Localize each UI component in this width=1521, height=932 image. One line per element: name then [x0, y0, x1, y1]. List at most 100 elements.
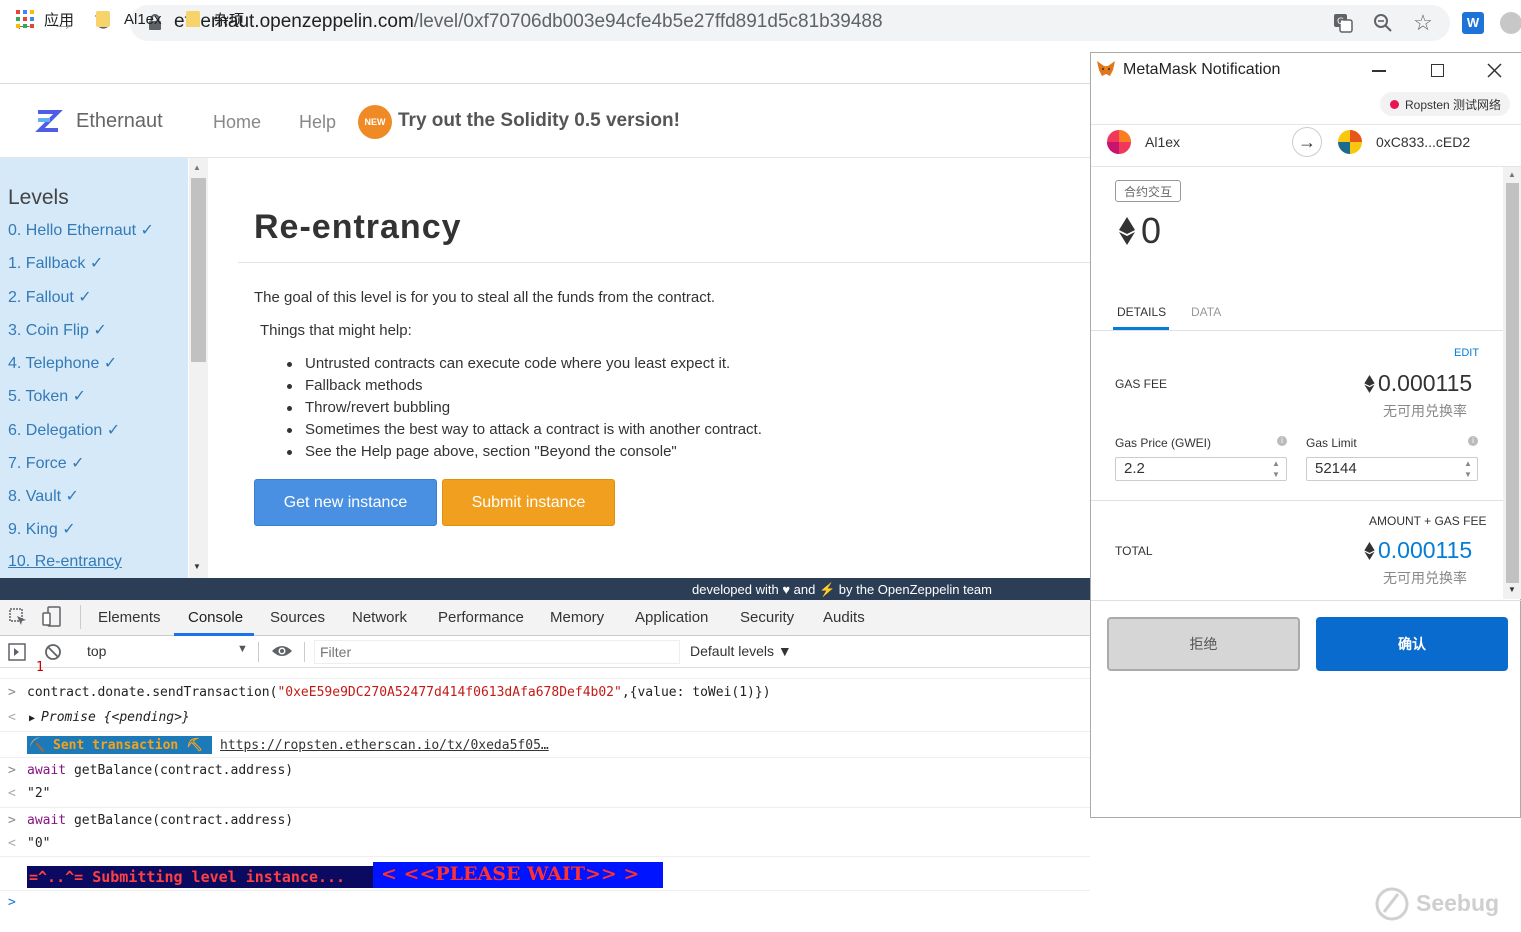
- info-icon[interactable]: i: [1468, 436, 1478, 446]
- account-avatar-icon: [1107, 130, 1131, 154]
- scroll-down-icon[interactable]: ▼: [193, 562, 201, 571]
- arrow-right-icon: →: [1292, 127, 1322, 157]
- stepper-icon[interactable]: ▲ ▼: [1272, 458, 1280, 480]
- level-item[interactable]: 0. Hello Ethernaut ✓: [8, 220, 154, 240]
- metamask-title: MetaMask Notification: [1123, 61, 1281, 78]
- tab-memory[interactable]: Memory: [550, 609, 604, 626]
- tab-security[interactable]: Security: [740, 609, 794, 626]
- maximize-icon[interactable]: [1431, 64, 1444, 77]
- minimize-icon[interactable]: [1372, 70, 1386, 72]
- level-item-active[interactable]: 10. Re-entrancy: [8, 553, 122, 571]
- console-sidebar-icon[interactable]: [8, 643, 26, 661]
- gas-price-input[interactable]: 2.2: [1115, 457, 1287, 481]
- watermark-text: Seebug: [1416, 890, 1500, 916]
- clear-console-icon[interactable]: [44, 643, 62, 661]
- console-result: "2": [27, 786, 51, 801]
- zoom-icon[interactable]: [1372, 12, 1394, 34]
- scroll-up-icon[interactable]: ▲: [193, 163, 201, 172]
- info-icon[interactable]: i: [1277, 436, 1287, 446]
- console-command[interactable]: await getBalance(contract.address): [27, 813, 293, 828]
- tab-details[interactable]: DETAILS: [1117, 305, 1166, 319]
- tab-data[interactable]: DATA: [1191, 305, 1221, 319]
- stepper-icon[interactable]: ▲ ▼: [1464, 458, 1472, 480]
- new-badge-icon: NEW: [358, 105, 392, 139]
- level-item[interactable]: 4. Telephone ✓: [8, 353, 117, 373]
- close-icon[interactable]: [1487, 63, 1502, 78]
- gas-limit-input[interactable]: 52144: [1306, 457, 1478, 481]
- input-prompt-icon: >: [8, 763, 16, 778]
- url-text[interactable]: ethernaut.openzeppelin.com/level/0xf7070…: [174, 11, 883, 33]
- nav-home[interactable]: Home: [213, 112, 261, 133]
- scroll-down-icon[interactable]: ▼: [1508, 585, 1516, 594]
- console-truncated-value: 1: [36, 660, 44, 672]
- console-filter-input[interactable]: [314, 640, 680, 664]
- level-item[interactable]: 6. Delegation ✓: [8, 420, 120, 440]
- bookmark-star-icon[interactable]: ☆: [1412, 12, 1434, 34]
- tab-separator: [80, 605, 81, 629]
- translate-icon[interactable]: G: [1332, 12, 1354, 34]
- bookmark-al1ex[interactable]: Al1ex: [96, 8, 162, 30]
- tab-network[interactable]: Network: [352, 609, 407, 626]
- device-toolbar-icon[interactable]: [42, 606, 62, 628]
- metamask-fox-icon: [1097, 61, 1115, 76]
- expand-triangle-icon[interactable]: ▶: [29, 713, 41, 724]
- level-item[interactable]: 8. Vault ✓: [8, 486, 79, 506]
- console-command[interactable]: contract.donate.sendTransaction("0xeE59e…: [27, 685, 771, 700]
- console-command[interactable]: await getBalance(contract.address): [27, 763, 293, 778]
- eye-icon[interactable]: [271, 643, 293, 659]
- svg-text:G: G: [1337, 17, 1344, 27]
- to-address[interactable]: 0xC833...cED2: [1376, 134, 1470, 150]
- gas-fee-label: GAS FEE: [1115, 377, 1168, 391]
- confirm-button[interactable]: 确认: [1316, 617, 1508, 671]
- level-item[interactable]: 7. Force ✓: [8, 453, 85, 473]
- console-divider: [0, 757, 1090, 758]
- conversion-unavailable: 无可用兑换率: [1383, 570, 1467, 586]
- extension-w-icon[interactable]: W: [1462, 12, 1484, 34]
- chevron-down-icon[interactable]: ▼: [237, 643, 248, 655]
- result-arrow-icon: <: [8, 786, 16, 801]
- tab-performance[interactable]: Performance: [438, 609, 524, 626]
- network-badge[interactable]: Ropsten 测试网络: [1380, 92, 1510, 116]
- level-item[interactable]: 3. Coin Flip ✓: [8, 320, 107, 340]
- edit-link[interactable]: EDIT: [1454, 347, 1479, 359]
- hint-item: Sometimes the best way to attack a contr…: [287, 421, 762, 438]
- gas-price-label: Gas Price (GWEI): [1115, 436, 1212, 450]
- openzeppelin-logo-icon[interactable]: [26, 100, 70, 144]
- get-new-instance-button[interactable]: Get new instance: [254, 479, 437, 526]
- sidebar-scroll-thumb[interactable]: [191, 178, 206, 362]
- apps-grid-icon: [16, 10, 34, 28]
- context-select[interactable]: top: [87, 643, 106, 659]
- console-prompt-icon[interactable]: >: [8, 895, 16, 910]
- console-promise[interactable]: ▶ Promise {<pending>}: [29, 710, 190, 725]
- bookmark-apps[interactable]: 应用: [16, 8, 74, 30]
- folder-icon: [186, 11, 200, 27]
- submit-instance-button[interactable]: Submit instance: [442, 479, 615, 526]
- tab-sources[interactable]: Sources: [270, 609, 325, 626]
- tab-elements[interactable]: Elements: [98, 609, 161, 626]
- toolbar-separator: [258, 642, 259, 662]
- input-prompt-icon: >: [8, 813, 16, 828]
- log-levels-select[interactable]: Default levels ▼: [690, 643, 792, 659]
- avatar[interactable]: [1500, 12, 1521, 34]
- total-label: TOTAL: [1115, 544, 1153, 558]
- bookmark-misc[interactable]: 杂项: [186, 8, 244, 30]
- inspect-element-icon[interactable]: [8, 607, 28, 627]
- reject-button[interactable]: 拒绝: [1107, 617, 1300, 671]
- console-divider: [0, 856, 1090, 857]
- scroll-up-icon[interactable]: ▲: [1508, 170, 1516, 179]
- from-account[interactable]: Al1ex: [1145, 134, 1180, 150]
- solidity-promo-link[interactable]: Try out the Solidity 0.5 version!: [398, 110, 680, 132]
- conversion-unavailable: 无可用兑换率: [1383, 403, 1467, 419]
- level-item[interactable]: 9. King ✓: [8, 519, 76, 539]
- level-item[interactable]: 1. Fallback ✓: [8, 253, 103, 273]
- nav-help[interactable]: Help: [299, 112, 336, 133]
- level-item[interactable]: 5. Token ✓: [8, 386, 86, 406]
- level-item[interactable]: 2. Fallout ✓: [8, 287, 92, 307]
- etherscan-tx-link[interactable]: https://ropsten.etherscan.io/tx/0xeda5f0…: [220, 738, 549, 753]
- tab-application[interactable]: Application: [635, 609, 708, 626]
- console-divider: [0, 731, 1090, 732]
- metamask-scroll-thumb[interactable]: [1506, 183, 1519, 583]
- tab-audits[interactable]: Audits: [823, 609, 865, 626]
- brand-name[interactable]: Ethernaut: [76, 110, 163, 133]
- tab-console[interactable]: Console: [188, 609, 243, 626]
